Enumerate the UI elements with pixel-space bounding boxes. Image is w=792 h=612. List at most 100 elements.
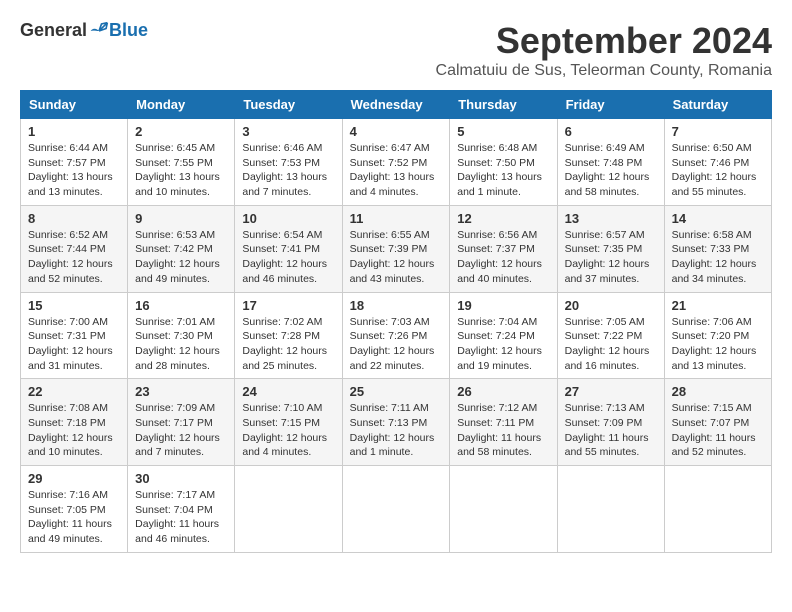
day-number: 12 <box>457 211 549 226</box>
day-info: Sunrise: 6:53 AM Sunset: 7:42 PM Dayligh… <box>135 228 227 287</box>
day-info: Sunrise: 7:17 AM Sunset: 7:04 PM Dayligh… <box>135 488 227 547</box>
day-number: 2 <box>135 124 227 139</box>
location-subtitle: Calmatuiu de Sus, Teleorman County, Roma… <box>436 62 772 80</box>
day-number: 27 <box>565 384 657 399</box>
day-number: 20 <box>565 298 657 313</box>
calendar-cell <box>235 466 342 553</box>
calendar-cell: 14 Sunrise: 6:58 AM Sunset: 7:33 PM Dayli… <box>664 205 771 292</box>
weekday-header-tuesday: Tuesday <box>235 91 342 119</box>
calendar-cell: 7 Sunrise: 6:50 AM Sunset: 7:46 PM Daylig… <box>664 119 771 206</box>
calendar-cell <box>557 466 664 553</box>
weekday-header-thursday: Thursday <box>450 91 557 119</box>
day-info: Sunrise: 7:02 AM Sunset: 7:28 PM Dayligh… <box>242 315 334 374</box>
day-number: 15 <box>28 298 120 313</box>
day-number: 9 <box>135 211 227 226</box>
day-number: 29 <box>28 471 120 486</box>
calendar-cell: 19Sunrise: 7:04 AM Sunset: 7:24 PM Dayli… <box>450 292 557 379</box>
week-row-5: 29 Sunrise: 7:16 AM Sunset: 7:05 PM Dayli… <box>21 466 772 553</box>
day-number: 22 <box>28 384 120 399</box>
day-info: Sunrise: 6:58 AM Sunset: 7:33 PM Dayligh… <box>672 228 764 287</box>
day-info: Sunrise: 7:13 AM Sunset: 7:09 PM Dayligh… <box>565 401 657 460</box>
calendar-cell: 24 Sunrise: 7:10 AM Sunset: 7:15 PM Dayli… <box>235 379 342 466</box>
calendar-cell: 28 Sunrise: 7:15 AM Sunset: 7:07 PM Dayli… <box>664 379 771 466</box>
day-number: 24 <box>242 384 334 399</box>
logo: General Blue <box>20 20 148 41</box>
calendar-cell: 8Sunrise: 6:52 AM Sunset: 7:44 PM Daylig… <box>21 205 128 292</box>
calendar-cell: 1 Sunrise: 6:44 AM Sunset: 7:57 PM Daylig… <box>21 119 128 206</box>
month-title: September 2024 <box>436 20 772 62</box>
day-info: Sunrise: 6:44 AM Sunset: 7:57 PM Dayligh… <box>28 141 120 200</box>
calendar-cell: 23 Sunrise: 7:09 AM Sunset: 7:17 PM Dayli… <box>128 379 235 466</box>
day-info: Sunrise: 7:16 AM Sunset: 7:05 PM Dayligh… <box>28 488 120 547</box>
calendar-cell: 15 Sunrise: 7:00 AM Sunset: 7:31 PM Dayli… <box>21 292 128 379</box>
week-row-4: 22 Sunrise: 7:08 AM Sunset: 7:18 PM Dayli… <box>21 379 772 466</box>
day-number: 16 <box>135 298 227 313</box>
calendar-cell: 30 Sunrise: 7:17 AM Sunset: 7:04 PM Dayli… <box>128 466 235 553</box>
calendar-cell: 11 Sunrise: 6:55 AM Sunset: 7:39 PM Dayli… <box>342 205 450 292</box>
weekday-header-monday: Monday <box>128 91 235 119</box>
week-row-2: 8Sunrise: 6:52 AM Sunset: 7:44 PM Daylig… <box>21 205 772 292</box>
day-info: Sunrise: 7:11 AM Sunset: 7:13 PM Dayligh… <box>350 401 443 460</box>
weekday-header-saturday: Saturday <box>664 91 771 119</box>
day-number: 6 <box>565 124 657 139</box>
day-number: 1 <box>28 124 120 139</box>
day-number: 28 <box>672 384 764 399</box>
calendar-cell: 18 Sunrise: 7:03 AM Sunset: 7:26 PM Dayli… <box>342 292 450 379</box>
day-info: Sunrise: 6:49 AM Sunset: 7:48 PM Dayligh… <box>565 141 657 200</box>
calendar-cell <box>664 466 771 553</box>
week-row-1: 1 Sunrise: 6:44 AM Sunset: 7:57 PM Daylig… <box>21 119 772 206</box>
week-row-3: 15 Sunrise: 7:00 AM Sunset: 7:31 PM Dayli… <box>21 292 772 379</box>
day-number: 8 <box>28 211 120 226</box>
day-info: Sunrise: 7:05 AM Sunset: 7:22 PM Dayligh… <box>565 315 657 374</box>
weekday-header-friday: Friday <box>557 91 664 119</box>
day-number: 30 <box>135 471 227 486</box>
calendar-cell: 16Sunrise: 7:01 AM Sunset: 7:30 PM Dayli… <box>128 292 235 379</box>
calendar-cell: 13 Sunrise: 6:57 AM Sunset: 7:35 PM Dayli… <box>557 205 664 292</box>
day-number: 11 <box>350 211 443 226</box>
day-info: Sunrise: 6:50 AM Sunset: 7:46 PM Dayligh… <box>672 141 764 200</box>
day-info: Sunrise: 7:06 AM Sunset: 7:20 PM Dayligh… <box>672 315 764 374</box>
day-number: 23 <box>135 384 227 399</box>
calendar-cell: 12 Sunrise: 6:56 AM Sunset: 7:37 PM Dayli… <box>450 205 557 292</box>
day-info: Sunrise: 6:46 AM Sunset: 7:53 PM Dayligh… <box>242 141 334 200</box>
day-info: Sunrise: 7:03 AM Sunset: 7:26 PM Dayligh… <box>350 315 443 374</box>
day-info: Sunrise: 7:09 AM Sunset: 7:17 PM Dayligh… <box>135 401 227 460</box>
day-number: 13 <box>565 211 657 226</box>
day-number: 3 <box>242 124 334 139</box>
calendar-cell: 29 Sunrise: 7:16 AM Sunset: 7:05 PM Dayli… <box>21 466 128 553</box>
day-info: Sunrise: 6:55 AM Sunset: 7:39 PM Dayligh… <box>350 228 443 287</box>
calendar-cell: 20 Sunrise: 7:05 AM Sunset: 7:22 PM Dayli… <box>557 292 664 379</box>
day-number: 14 <box>672 211 764 226</box>
day-info: Sunrise: 6:48 AM Sunset: 7:50 PM Dayligh… <box>457 141 549 200</box>
day-info: Sunrise: 7:10 AM Sunset: 7:15 PM Dayligh… <box>242 401 334 460</box>
calendar-cell: 27 Sunrise: 7:13 AM Sunset: 7:09 PM Dayli… <box>557 379 664 466</box>
title-section: September 2024 Calmatuiu de Sus, Teleorm… <box>436 20 772 80</box>
calendar-cell: 9 Sunrise: 6:53 AM Sunset: 7:42 PM Daylig… <box>128 205 235 292</box>
day-number: 4 <box>350 124 443 139</box>
calendar-cell: 21 Sunrise: 7:06 AM Sunset: 7:20 PM Dayli… <box>664 292 771 379</box>
day-number: 7 <box>672 124 764 139</box>
calendar-cell: 6 Sunrise: 6:49 AM Sunset: 7:48 PM Daylig… <box>557 119 664 206</box>
day-info: Sunrise: 7:08 AM Sunset: 7:18 PM Dayligh… <box>28 401 120 460</box>
day-number: 5 <box>457 124 549 139</box>
day-info: Sunrise: 7:04 AM Sunset: 7:24 PM Dayligh… <box>457 315 549 374</box>
calendar-cell: 26 Sunrise: 7:12 AM Sunset: 7:11 PM Dayli… <box>450 379 557 466</box>
calendar-cell <box>342 466 450 553</box>
day-info: Sunrise: 6:57 AM Sunset: 7:35 PM Dayligh… <box>565 228 657 287</box>
weekday-header-sunday: Sunday <box>21 91 128 119</box>
day-info: Sunrise: 6:47 AM Sunset: 7:52 PM Dayligh… <box>350 141 443 200</box>
calendar-cell: 25Sunrise: 7:11 AM Sunset: 7:13 PM Dayli… <box>342 379 450 466</box>
day-number: 26 <box>457 384 549 399</box>
weekday-header-wednesday: Wednesday <box>342 91 450 119</box>
day-number: 21 <box>672 298 764 313</box>
day-info: Sunrise: 6:54 AM Sunset: 7:41 PM Dayligh… <box>242 228 334 287</box>
calendar-cell <box>450 466 557 553</box>
day-info: Sunrise: 6:56 AM Sunset: 7:37 PM Dayligh… <box>457 228 549 287</box>
logo-general-text: General <box>20 20 87 41</box>
day-info: Sunrise: 7:00 AM Sunset: 7:31 PM Dayligh… <box>28 315 120 374</box>
day-info: Sunrise: 7:12 AM Sunset: 7:11 PM Dayligh… <box>457 401 549 460</box>
logo-blue-text: Blue <box>109 20 148 41</box>
calendar-cell: 3 Sunrise: 6:46 AM Sunset: 7:53 PM Daylig… <box>235 119 342 206</box>
day-info: Sunrise: 7:15 AM Sunset: 7:07 PM Dayligh… <box>672 401 764 460</box>
day-number: 18 <box>350 298 443 313</box>
